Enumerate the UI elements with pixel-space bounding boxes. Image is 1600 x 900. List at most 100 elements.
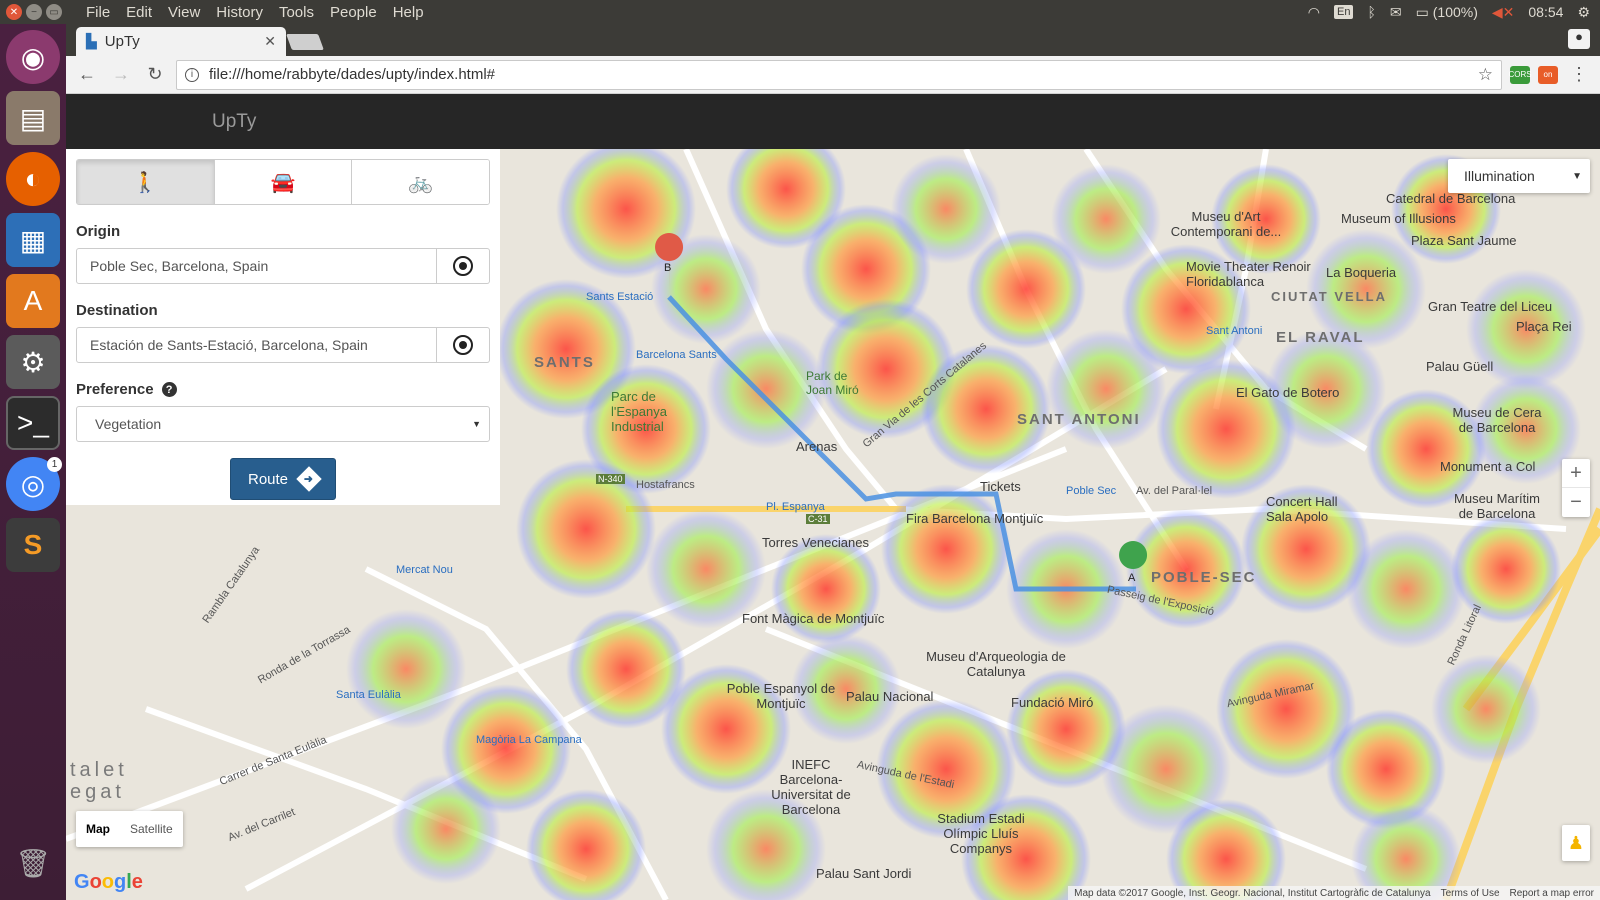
car-mode-button[interactable]: 🚘 (214, 160, 353, 204)
tab-strip: ▙ UpTy ✕ ● (66, 24, 1600, 56)
minimize-window-button[interactable]: − (26, 4, 42, 20)
app-brand[interactable]: UpTy (212, 111, 256, 133)
heatmap-layer-select[interactable]: Illumination ▼ (1448, 159, 1590, 193)
info-icon[interactable]: i (185, 67, 199, 82)
menu-edit[interactable]: Edit (118, 4, 160, 21)
profile-icon[interactable]: ● (1568, 29, 1590, 49)
zoom-control: + − (1562, 459, 1590, 517)
destination-locate-button[interactable] (437, 327, 490, 363)
origin-label: Origin (76, 223, 121, 240)
menu-people[interactable]: People (322, 4, 385, 21)
libreoffice-writer-icon[interactable]: ▦ (6, 213, 60, 267)
window-controls: ✕ − ▭ (0, 4, 78, 20)
menu-help[interactable]: Help (385, 4, 432, 21)
back-button[interactable]: ← (74, 62, 100, 88)
map-label-movie-theater: Movie Theater Renoir Floridablanca (1186, 259, 1311, 289)
menu-history[interactable]: History (208, 4, 271, 21)
map-label-museu-art: Museu d'Art Contemporani de... (1170, 209, 1282, 239)
map-label-museu-arqueologia: Museu d'Arqueologia de Catalunya (926, 649, 1066, 679)
bluetooth-icon[interactable]: ᛒ (1367, 4, 1375, 20)
map-label-egat: egat (70, 781, 125, 803)
origin-locate-button[interactable] (437, 248, 490, 284)
map-label-monument-colom: Monument a Col (1440, 459, 1536, 474)
walk-icon: 🚶 (132, 171, 158, 194)
map-label-sant-antoni-metro: Sant Antoni (1206, 325, 1263, 337)
report-map-error-link[interactable]: Report a map error (1510, 888, 1594, 899)
battery-indicator[interactable]: ▭ (100%) (1416, 4, 1478, 21)
street-view-pegman-icon[interactable]: ♟ (1562, 825, 1590, 861)
preference-select[interactable]: Vegetation ▼ (76, 406, 490, 442)
files-icon[interactable]: ▤ (6, 91, 60, 145)
route-button[interactable]: Route ➜ (230, 458, 336, 500)
menu-view[interactable]: View (160, 4, 208, 21)
close-window-button[interactable]: ✕ (6, 4, 22, 20)
volume-muted-icon[interactable]: ◀✕ (1492, 4, 1515, 21)
close-tab-icon[interactable]: ✕ (264, 33, 276, 50)
walk-mode-button[interactable]: 🚶 (77, 160, 215, 204)
zoom-out-button[interactable]: − (1562, 488, 1590, 517)
forward-button[interactable]: → (108, 62, 134, 88)
map-label-sants: SANTS (534, 354, 595, 371)
browser-window: ▙ UpTy ✕ ● ← → ↻ i file:///home/rabbyte/… (66, 24, 1600, 900)
browser-menu-icon[interactable]: ⋮ (1566, 64, 1592, 85)
keyboard-layout-indicator[interactable]: En (1334, 5, 1354, 19)
firefox-icon[interactable]: ◐ (6, 152, 60, 206)
map-type-map-button[interactable]: Map (76, 822, 120, 836)
map[interactable]: B A SANTS SANT ANTONI EL RAVAL POBLE-SEC… (66, 149, 1600, 900)
maximize-window-button[interactable]: ▭ (46, 4, 62, 20)
origin-input[interactable] (76, 248, 437, 284)
new-tab-button[interactable] (286, 34, 324, 50)
map-label-n340: N-340 (596, 474, 625, 484)
map-label-poble-espanyol: Poble Espanyol de Montjuïc (726, 681, 836, 711)
google-logo: Google (74, 871, 143, 893)
map-label-c31: C-31 (806, 514, 830, 524)
directions-icon: ➜ (296, 466, 322, 492)
sublime-text-icon[interactable]: S (6, 518, 60, 572)
map-label-talet: talet (70, 759, 128, 781)
address-bar[interactable]: i file:///home/rabbyte/dades/upty/index.… (176, 59, 1502, 90)
trash-icon[interactable]: 🗑 (6, 836, 60, 890)
map-type-satellite-button[interactable]: Satellite (120, 822, 183, 836)
zoom-in-button[interactable]: + (1562, 459, 1590, 488)
heatmap-layer-value: Illumination (1464, 168, 1535, 184)
menu-tools[interactable]: Tools (271, 4, 322, 21)
terms-of-use-link[interactable]: Terms of Use (1441, 888, 1500, 899)
system-settings-icon[interactable]: ⚙ (6, 335, 60, 389)
map-label-park-joan-miro: Park de Joan Miró (806, 369, 859, 397)
map-label-av-parallel: Av. del Paral·lel (1136, 485, 1213, 497)
system-tray: ◠ En ᛒ ✉ ▭ (100%) ◀✕ 08:54 ⚙ (1308, 4, 1600, 21)
web-page: UpTy B A SANTS SANT ANTONI EL RAVAL POBL… (66, 94, 1600, 900)
map-label-torres: Torres Venecianes (762, 535, 869, 550)
locate-icon (453, 335, 473, 355)
map-label-barcelona-sants: Barcelona Sants (636, 349, 717, 361)
toggle-extension-icon[interactable]: on (1538, 65, 1558, 84)
locate-icon (453, 256, 473, 276)
chromium-icon[interactable]: ◎ 1 (6, 457, 62, 511)
map-attribution-text: Map data ©2017 Google, Inst. Geogr. Naci… (1074, 887, 1431, 899)
software-center-icon[interactable]: A (6, 274, 60, 328)
map-label-arenas: Arenas (796, 439, 838, 454)
origin-group (76, 248, 490, 284)
reload-button[interactable]: ↻ (142, 62, 168, 88)
terminal-icon[interactable]: >_ (6, 396, 60, 450)
map-label-fundacio-miro: Fundació Miró (1011, 695, 1094, 710)
map-label-catedral: Catedral de Barcelona (1386, 191, 1516, 206)
bookmark-star-icon[interactable]: ☆ (1478, 65, 1493, 85)
map-label-el-raval: EL RAVAL (1276, 329, 1365, 346)
menu-file[interactable]: File (78, 4, 118, 21)
tab-upty[interactable]: ▙ UpTy ✕ (76, 27, 286, 56)
mail-icon[interactable]: ✉ (1390, 4, 1402, 21)
map-label-santa-eulalia: Santa Eulàlia (336, 689, 401, 701)
ubuntu-dash-icon[interactable]: ◉ (6, 30, 60, 84)
destination-input[interactable] (76, 327, 437, 363)
map-label-tickets: Tickets (980, 479, 1021, 494)
travel-mode-group: 🚶 🚘 🚲 (76, 159, 490, 205)
help-icon[interactable]: ? (161, 382, 177, 397)
wifi-icon[interactable]: ◠ (1308, 4, 1320, 21)
map-label-ciutat-vella: CIUTAT VELLA (1271, 289, 1387, 304)
cors-extension-icon[interactable]: CORS (1508, 65, 1532, 84)
battery-percent: (100%) (1432, 3, 1478, 20)
clock[interactable]: 08:54 (1528, 4, 1563, 20)
gear-icon[interactable]: ⚙ (1577, 4, 1590, 21)
bike-mode-button[interactable]: 🚲 (352, 160, 489, 204)
